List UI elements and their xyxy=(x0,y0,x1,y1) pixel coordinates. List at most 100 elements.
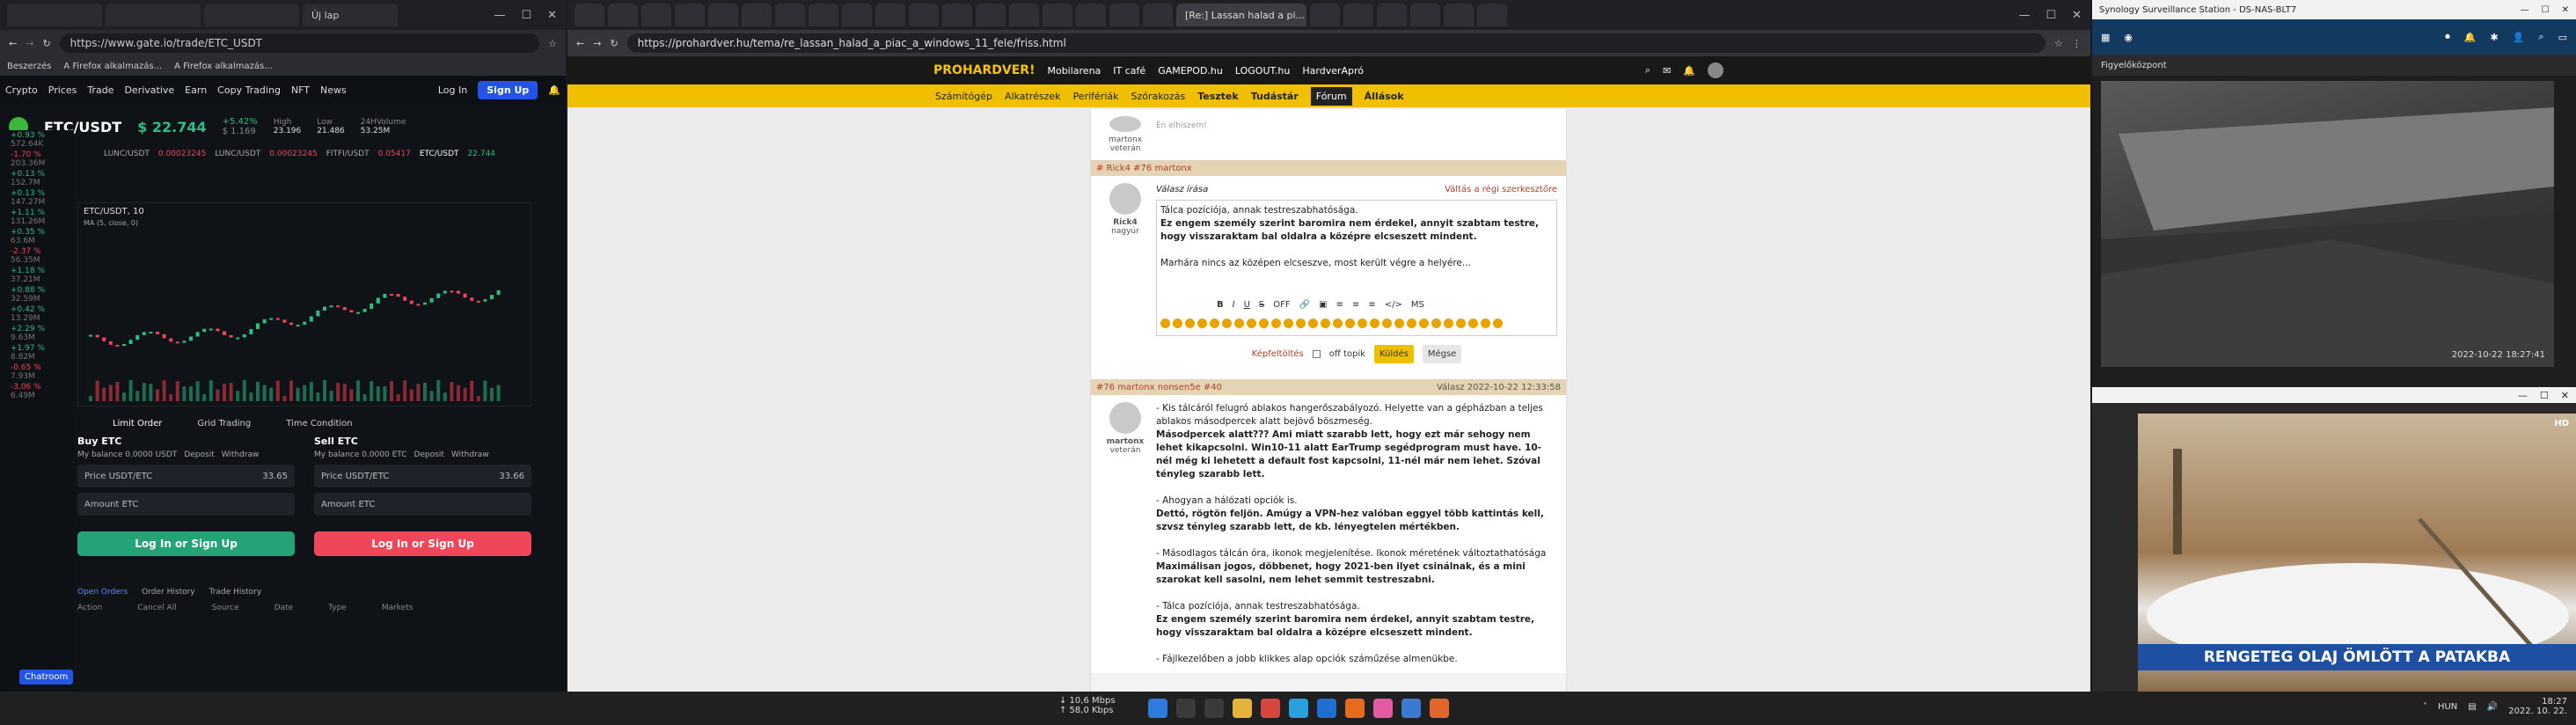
ph-nav-item[interactable]: Alkatrészek xyxy=(1005,91,1061,102)
bell-icon[interactable]: 🔔 xyxy=(548,84,560,96)
ph-nav-item[interactable]: Tesztek xyxy=(1197,91,1239,102)
grid-trading-tab[interactable]: Grid Trading xyxy=(197,419,251,428)
ph-tab[interactable] xyxy=(1310,4,1340,26)
image-icon[interactable]: ▣ xyxy=(1319,298,1327,311)
market-list-item[interactable]: +0.13 % 147.27M xyxy=(0,188,74,208)
emoticon-icon[interactable] xyxy=(1284,319,1293,328)
ph-tab[interactable] xyxy=(1143,4,1173,26)
post-username[interactable]: Rick4 xyxy=(1113,218,1138,227)
ph-tab[interactable] xyxy=(775,4,805,26)
withdraw-link[interactable]: Withdraw xyxy=(222,450,260,459)
emoticon-icon[interactable] xyxy=(1481,319,1490,328)
send-button[interactable]: Küldés xyxy=(1373,345,1414,363)
emoticon-icon[interactable] xyxy=(1370,319,1379,328)
ph-active-tab[interactable]: [Re:] Lassan halad a pi... xyxy=(1176,4,1306,26)
task-view-icon[interactable] xyxy=(1204,699,1224,718)
puzzle-icon[interactable]: ✱ xyxy=(2491,32,2499,43)
limit-order-tab[interactable]: Limit Order xyxy=(113,419,162,428)
reload-icon[interactable]: ↻ xyxy=(42,38,50,49)
record-icon[interactable]: ⏺ xyxy=(2445,31,2450,43)
nav-earn[interactable]: Earn xyxy=(185,84,207,96)
maximize-icon[interactable]: ☐ xyxy=(521,9,531,22)
nav-crypto[interactable]: Crypto xyxy=(5,84,38,96)
ph-tab[interactable] xyxy=(1444,4,1474,26)
sell-login-button[interactable]: Log In or Sign Up xyxy=(314,531,531,556)
ph-nav-item[interactable]: Szórakozás xyxy=(1131,91,1185,102)
emoticon-icon[interactable] xyxy=(1259,319,1269,328)
forward-icon[interactable]: → xyxy=(593,38,601,49)
post-username[interactable]: martonx xyxy=(1107,437,1145,446)
ph-logo[interactable]: PROHARDVER! xyxy=(933,63,1035,77)
emoticon-icon[interactable] xyxy=(1382,319,1392,328)
market-list-item[interactable]: +0.93 % 572.64K xyxy=(0,130,74,150)
bookmark-star-icon[interactable]: ☆ xyxy=(2054,38,2063,49)
trade-history-tab[interactable]: Trade History xyxy=(209,588,262,597)
maximize-icon[interactable]: ☐ xyxy=(2045,9,2056,22)
nav-copy-trading[interactable]: Copy Trading xyxy=(217,84,281,96)
market-list-item[interactable]: +1.97 % 8.82M xyxy=(0,343,74,362)
ph-top-link[interactable]: LOGOUT.hu xyxy=(1235,65,1290,77)
nav-news[interactable]: News xyxy=(320,84,347,96)
emoticon-icon[interactable] xyxy=(1358,319,1367,328)
mail-icon[interactable]: ✉ xyxy=(1663,65,1671,77)
close-icon[interactable]: ✕ xyxy=(2561,390,2569,401)
ms-button[interactable]: MS xyxy=(1411,298,1424,311)
code-icon[interactable]: </> xyxy=(1385,298,1402,311)
ph-tab[interactable] xyxy=(1377,4,1407,26)
emoticon-icon[interactable] xyxy=(1333,319,1343,328)
close-icon[interactable]: ✕ xyxy=(547,9,557,22)
bookmark-item[interactable]: Beszerzés xyxy=(7,62,51,71)
ph-tab[interactable] xyxy=(675,4,705,26)
ph-tab[interactable] xyxy=(1477,4,1507,26)
recent-pair[interactable]: LUNC/USDT xyxy=(215,150,260,162)
camera-icon[interactable]: ◉ xyxy=(2124,32,2133,43)
nav-nft[interactable]: NFT xyxy=(291,84,310,96)
search-icon[interactable] xyxy=(1176,699,1196,718)
ph-nav-item[interactable]: Perifériák xyxy=(1073,91,1119,102)
ph-tab[interactable] xyxy=(976,4,1006,26)
emoticon-icon[interactable] xyxy=(1185,319,1195,328)
market-list-item[interactable]: +0.42 % 13.29M xyxy=(0,304,74,324)
user-avatar[interactable] xyxy=(1109,116,1141,132)
nav-prices[interactable]: Prices xyxy=(48,84,77,96)
emoticon-icon[interactable] xyxy=(1197,319,1207,328)
time-condition-tab[interactable]: Time Condition xyxy=(286,419,352,428)
ph-url-input[interactable]: https://prohardver.hu/tema/re_lassan_hal… xyxy=(626,33,2046,53)
gate-tab[interactable] xyxy=(106,4,201,26)
emoticon-icon[interactable] xyxy=(1296,319,1306,328)
user-icon[interactable]: 👤 xyxy=(2513,32,2525,43)
align-right-icon[interactable]: ≡ xyxy=(1368,298,1375,311)
gate-tab[interactable]: Új lap xyxy=(303,4,398,26)
market-list-item[interactable]: +2.29 % 9.63M xyxy=(0,324,74,343)
grid-icon[interactable]: ▦ xyxy=(2101,32,2110,43)
ph-tab[interactable] xyxy=(742,4,772,26)
ph-tab[interactable] xyxy=(1076,4,1106,26)
italic-button[interactable]: I xyxy=(1233,298,1235,311)
ph-tab[interactable] xyxy=(842,4,872,26)
back-icon[interactable]: ← xyxy=(9,38,17,49)
forward-icon[interactable]: → xyxy=(26,38,33,49)
file-explorer-icon[interactable] xyxy=(1233,699,1252,718)
bookmark-item[interactable]: A Firefox alkalmazás... xyxy=(63,62,162,71)
align-center-icon[interactable]: ≡ xyxy=(1352,298,1359,311)
ph-tab[interactable] xyxy=(1109,4,1139,26)
buy-price-input[interactable]: Price USDT/ETC 33.65 xyxy=(77,465,295,487)
recent-pair[interactable]: ETC/USDT xyxy=(420,150,459,162)
ph-tab[interactable] xyxy=(1410,4,1440,26)
deposit-link[interactable]: Deposit xyxy=(184,450,214,459)
vlc-icon[interactable] xyxy=(1430,699,1449,718)
ph-tab[interactable] xyxy=(1009,4,1039,26)
layout-icon[interactable]: ▭ xyxy=(2558,32,2567,43)
sell-price-input[interactable]: Price USDT/ETC 33.66 xyxy=(314,465,531,487)
bold-button[interactable]: B xyxy=(1217,298,1224,311)
network-icon[interactable]: ▤ xyxy=(2468,702,2476,712)
chevron-up-icon[interactable]: ˄ xyxy=(2423,702,2427,712)
bell-icon[interactable]: 🔔 xyxy=(2464,32,2477,43)
buy-amount-input[interactable]: Amount ETC xyxy=(77,493,295,516)
off-button[interactable]: OFF xyxy=(1273,298,1290,311)
maximize-icon[interactable]: ☐ xyxy=(2540,390,2549,401)
login-link[interactable]: Log In xyxy=(438,84,467,96)
nav-derivative[interactable]: Derivative xyxy=(124,84,174,96)
ph-tab[interactable] xyxy=(1343,4,1373,26)
market-list-item[interactable]: -0.65 % 7.93M xyxy=(0,362,74,382)
